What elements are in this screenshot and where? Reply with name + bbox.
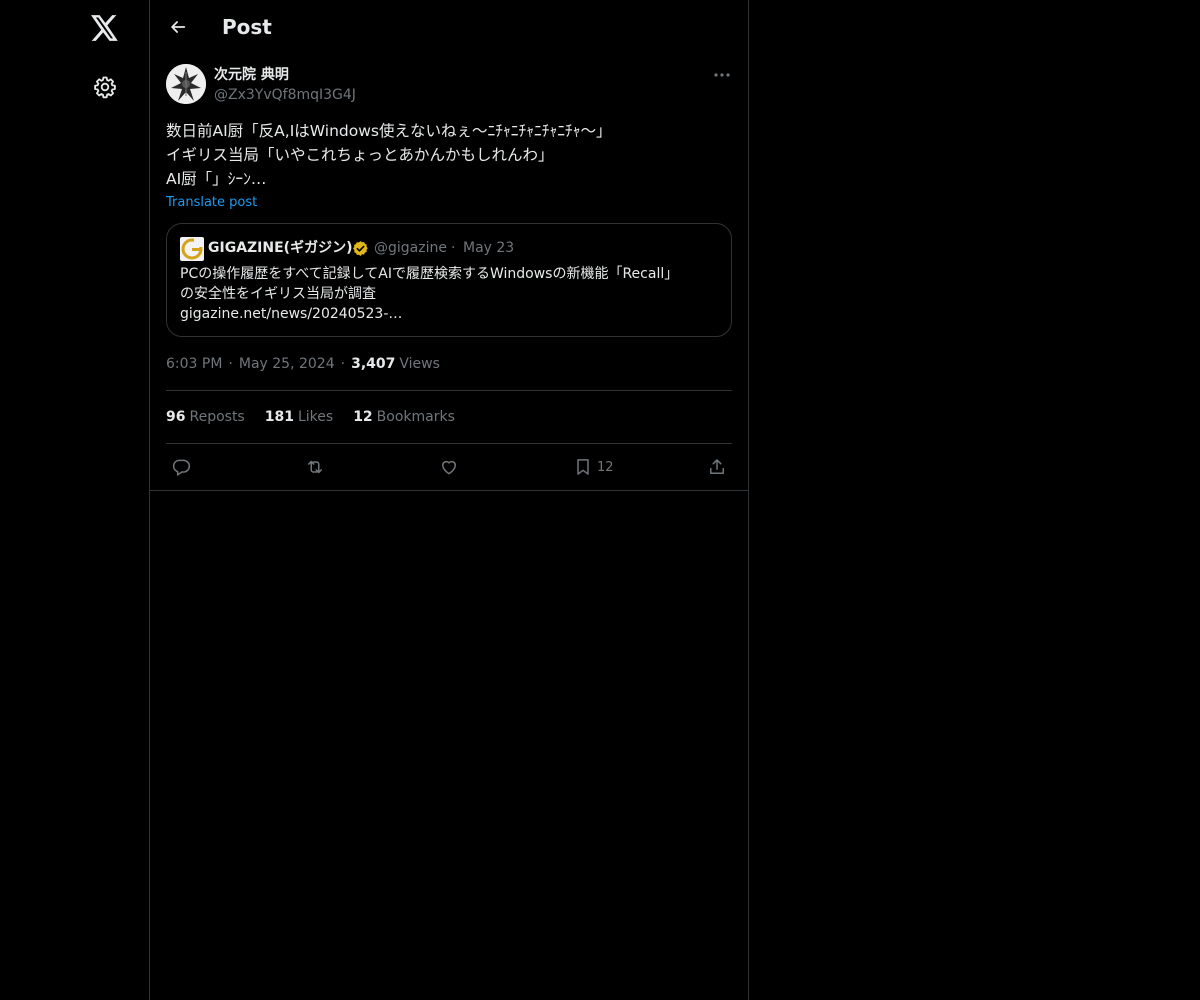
likes-stat[interactable]: 181 Likes [265, 407, 333, 427]
main-column: Post 次元院 典明 @Zx3YvQf8mqI3G4J 数日前AI厨「反A,I… [149, 0, 749, 1000]
reposts-label: Reposts [189, 409, 245, 425]
divider [166, 443, 732, 444]
divider [150, 490, 748, 491]
quoted-author-handle: @gigazine [374, 240, 447, 256]
divider [166, 390, 732, 391]
quoted-text-line: の安全性をイギリス当局が調査 [180, 286, 376, 302]
post-text-line: イギリス当局「いやこれちょっとあかんかもしれんわ」 [166, 146, 554, 164]
gear-icon[interactable] [87, 69, 123, 105]
views-count: 3,407 [351, 356, 396, 372]
separator-dot: · [228, 356, 233, 372]
quoted-author-name: GIGAZINE(ギガジン) [208, 240, 353, 256]
more-options-button[interactable] [708, 64, 736, 86]
more-icon [714, 73, 730, 77]
repost-button[interactable] [305, 452, 325, 482]
like-button[interactable] [439, 452, 459, 482]
bookmark-button[interactable]: 12 [573, 452, 614, 482]
quoted-post[interactable]: GIGAZINE(ギガジン) @gigazine · May 23 PCの操作履… [166, 223, 732, 337]
bookmark-icon [577, 459, 589, 475]
repost-icon [308, 460, 322, 474]
post-meta: 6:03 PM · May 25, 2024 · 3,407 Views [166, 354, 440, 374]
action-bar: 12 [166, 452, 732, 482]
verified-badge-icon [352, 240, 369, 257]
post-time[interactable]: 6:03 PM [166, 354, 222, 374]
avatar[interactable] [166, 64, 206, 104]
reposts-stat[interactable]: 96 Reposts [166, 407, 245, 427]
avatar-image [166, 64, 206, 104]
post-text-line: 数日前AI厨「反A,IはWindows使えないねぇ〜ﾆﾁｬﾆﾁｬﾆﾁｬﾆﾁｬ〜」 [166, 122, 612, 140]
share-button[interactable] [707, 452, 727, 482]
reposts-count: 96 [166, 409, 186, 425]
page-title: Post [222, 15, 272, 39]
bookmark-count: 12 [597, 459, 614, 475]
likes-label: Likes [297, 409, 334, 425]
author-name[interactable]: 次元院 典明 [214, 65, 289, 85]
quoted-post-date: May 23 [463, 240, 515, 256]
separator-dot: · [451, 240, 456, 256]
author-handle[interactable]: @Zx3YvQf8mqI3G4J [214, 85, 356, 105]
reply-icon [172, 459, 191, 476]
back-button[interactable] [162, 11, 194, 43]
separator-dot: · [340, 356, 346, 372]
quoted-link[interactable]: gigazine.net/news/20240523-… [180, 304, 720, 324]
left-nav [0, 0, 149, 1000]
quoted-post-text: PCの操作履歴をすべて記録してAIで履歴検索するWindowsの新機能「Reca… [180, 264, 720, 324]
arrow-left-icon [171, 21, 186, 33]
post-text-line: AI厨「」ｼｰﾝ… [166, 170, 267, 188]
likes-count: 181 [264, 409, 294, 425]
post-date[interactable]: May 25, 2024 [239, 354, 335, 374]
translate-post-link[interactable]: Translate post [166, 193, 257, 213]
engagement-stats: 96 Reposts 181 Likes 12 Bookmarks [166, 407, 475, 427]
x-logo-icon[interactable] [87, 10, 123, 46]
reply-button[interactable] [171, 452, 191, 482]
post-text: 数日前AI厨「反A,IはWindows使えないねぇ〜ﾆﾁｬﾆﾁｬﾆﾁｬﾆﾁｬ〜」… [166, 119, 732, 191]
heart-icon [442, 460, 456, 475]
quoted-text-line: PCの操作履歴をすべて記録してAIで履歴検索するWindowsの新機能「Reca… [180, 266, 679, 282]
gigazine-logo-icon [180, 237, 204, 261]
bookmarks-stat[interactable]: 12 Bookmarks [353, 407, 455, 427]
share-icon [710, 459, 724, 474]
bookmarks-count: 12 [353, 409, 373, 425]
header: Post [150, 0, 748, 54]
views-label: Views [399, 356, 440, 372]
bookmarks-label: Bookmarks [376, 409, 455, 425]
